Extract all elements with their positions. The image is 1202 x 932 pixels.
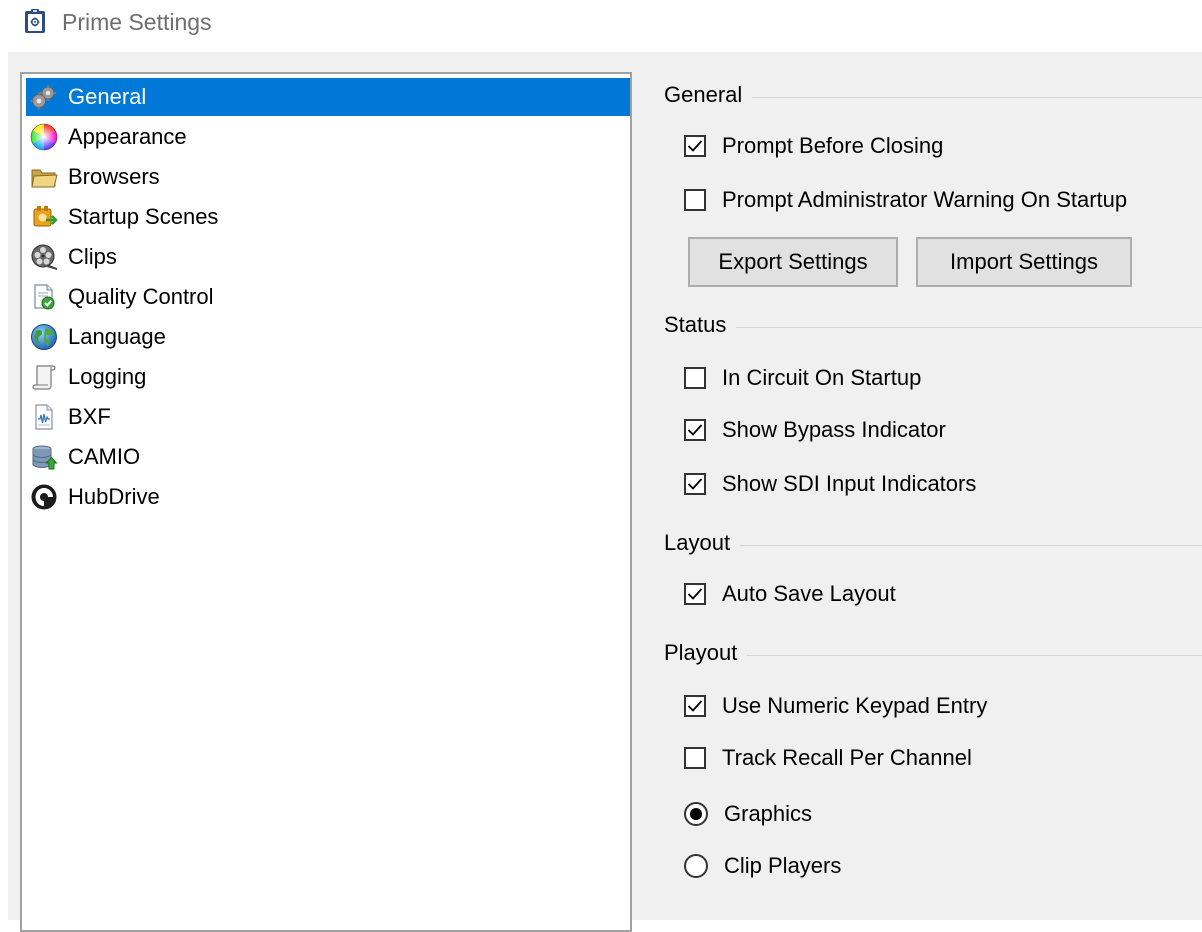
checkbox-box[interactable] bbox=[684, 473, 706, 495]
nav-item-label: Quality Control bbox=[68, 284, 214, 309]
group-title: Playout bbox=[664, 640, 738, 665]
group-divider bbox=[747, 654, 1202, 656]
radio-button[interactable] bbox=[684, 854, 708, 878]
checkbox-box[interactable] bbox=[684, 135, 706, 157]
option-label: Clip Players bbox=[724, 853, 842, 878]
group-divider bbox=[740, 544, 1202, 546]
gears-icon bbox=[28, 81, 60, 113]
nav-item-clips[interactable]: Clips bbox=[26, 238, 630, 276]
checkmark-icon bbox=[687, 588, 703, 600]
checkbox-box[interactable] bbox=[684, 189, 706, 211]
checkmark-icon bbox=[687, 424, 703, 436]
option-label: In Circuit On Startup bbox=[722, 365, 922, 390]
group-playout: Playout bbox=[664, 638, 1202, 668]
checkmark-icon bbox=[687, 140, 703, 152]
nav-item-logging[interactable]: Logging bbox=[26, 358, 630, 396]
nav-item-camio[interactable]: CAMIO bbox=[26, 438, 630, 476]
waveform-document-icon bbox=[28, 401, 60, 433]
scroll-icon bbox=[28, 361, 60, 393]
nav-item-quality-control[interactable]: Quality Control bbox=[26, 278, 630, 316]
option-label: Use Numeric Keypad Entry bbox=[722, 693, 988, 718]
nav-item-general[interactable]: General bbox=[26, 78, 630, 116]
settings-client-area: General Appearance Browsers Startup Scen… bbox=[8, 52, 1202, 932]
nav-item-startup-scenes[interactable]: Startup Scenes bbox=[26, 198, 630, 236]
radio-selected-dot bbox=[690, 808, 702, 820]
group-title: General bbox=[664, 82, 743, 107]
prompt-admin-warning-checkbox[interactable]: Prompt Administrator Warning On Startup bbox=[684, 183, 1127, 217]
nav-item-label: Logging bbox=[68, 364, 147, 389]
nav-item-label: Clips bbox=[68, 244, 117, 269]
nav-item-label: HubDrive bbox=[68, 484, 160, 509]
clipboard-settings-icon bbox=[24, 8, 46, 34]
show-bypass-indicator-checkbox[interactable]: Show Bypass Indicator bbox=[684, 413, 946, 447]
option-label: Prompt Administrator Warning On Startup bbox=[722, 187, 1128, 212]
checkbox-box[interactable] bbox=[684, 419, 706, 441]
checkbox-box[interactable] bbox=[684, 367, 706, 389]
nav-item-label: Language bbox=[68, 324, 166, 349]
nav-item-label: BXF bbox=[68, 404, 111, 429]
nav-item-label: Appearance bbox=[68, 124, 187, 149]
option-label: Prompt Before Closing bbox=[722, 133, 944, 158]
group-title: Layout bbox=[664, 530, 731, 555]
nav-item-language[interactable]: Language bbox=[26, 318, 630, 356]
document-check-icon bbox=[28, 281, 60, 313]
checkbox-box[interactable] bbox=[684, 747, 706, 769]
option-label: Graphics bbox=[724, 801, 813, 826]
group-title: Status bbox=[664, 312, 727, 337]
option-label: Show SDI Input Indicators bbox=[722, 471, 977, 496]
show-sdi-input-indicators-checkbox[interactable]: Show SDI Input Indicators bbox=[684, 467, 976, 501]
title-bar: Prime Settings bbox=[0, 0, 1202, 52]
folder-icon bbox=[28, 161, 60, 193]
film-reel-icon bbox=[28, 241, 60, 273]
globe-icon bbox=[28, 321, 60, 353]
track-recall-per-channel-checkbox[interactable]: Track Recall Per Channel bbox=[684, 741, 972, 775]
nav-item-bxf[interactable]: BXF bbox=[26, 398, 630, 436]
window-title: Prime Settings bbox=[62, 9, 212, 35]
group-layout: Layout bbox=[664, 528, 1202, 558]
nav-item-label: CAMIO bbox=[68, 444, 141, 469]
checkmark-icon bbox=[687, 478, 703, 490]
option-label: Show Bypass Indicator bbox=[722, 417, 946, 442]
clip-players-radio[interactable]: Clip Players bbox=[684, 849, 841, 883]
radio-button[interactable] bbox=[684, 802, 708, 826]
nav-item-appearance[interactable]: Appearance bbox=[26, 118, 630, 156]
nav-item-browsers[interactable]: Browsers bbox=[26, 158, 630, 196]
settings-category-list[interactable]: General Appearance Browsers Startup Scen… bbox=[20, 72, 632, 932]
auto-save-layout-checkbox[interactable]: Auto Save Layout bbox=[684, 577, 896, 611]
use-numeric-keypad-entry-checkbox[interactable]: Use Numeric Keypad Entry bbox=[684, 689, 987, 723]
group-general: General bbox=[664, 80, 1202, 110]
checkbox-box[interactable] bbox=[684, 695, 706, 717]
import-settings-button[interactable]: Import Settings bbox=[916, 237, 1132, 287]
checkmark-icon bbox=[687, 700, 703, 712]
option-label: Track Recall Per Channel bbox=[722, 745, 972, 770]
database-arrow-icon bbox=[28, 441, 60, 473]
nav-item-label: Browsers bbox=[68, 164, 160, 189]
startup-scenes-icon bbox=[28, 201, 60, 233]
checkbox-box[interactable] bbox=[684, 583, 706, 605]
graphics-radio[interactable]: Graphics bbox=[684, 797, 812, 831]
prompt-before-closing-checkbox[interactable]: Prompt Before Closing bbox=[684, 129, 943, 163]
group-divider bbox=[736, 326, 1202, 328]
group-divider bbox=[752, 96, 1202, 98]
export-settings-button[interactable]: Export Settings bbox=[688, 237, 898, 287]
color-wheel-icon bbox=[28, 121, 60, 153]
nav-item-label: General bbox=[68, 84, 147, 109]
in-circuit-on-startup-checkbox[interactable]: In Circuit On Startup bbox=[684, 361, 921, 395]
option-label: Auto Save Layout bbox=[722, 581, 896, 606]
hubdrive-logo-icon bbox=[28, 481, 60, 513]
nav-item-hubdrive[interactable]: HubDrive bbox=[26, 478, 630, 516]
nav-item-label: Startup Scenes bbox=[68, 204, 219, 229]
group-status: Status bbox=[664, 310, 1202, 340]
